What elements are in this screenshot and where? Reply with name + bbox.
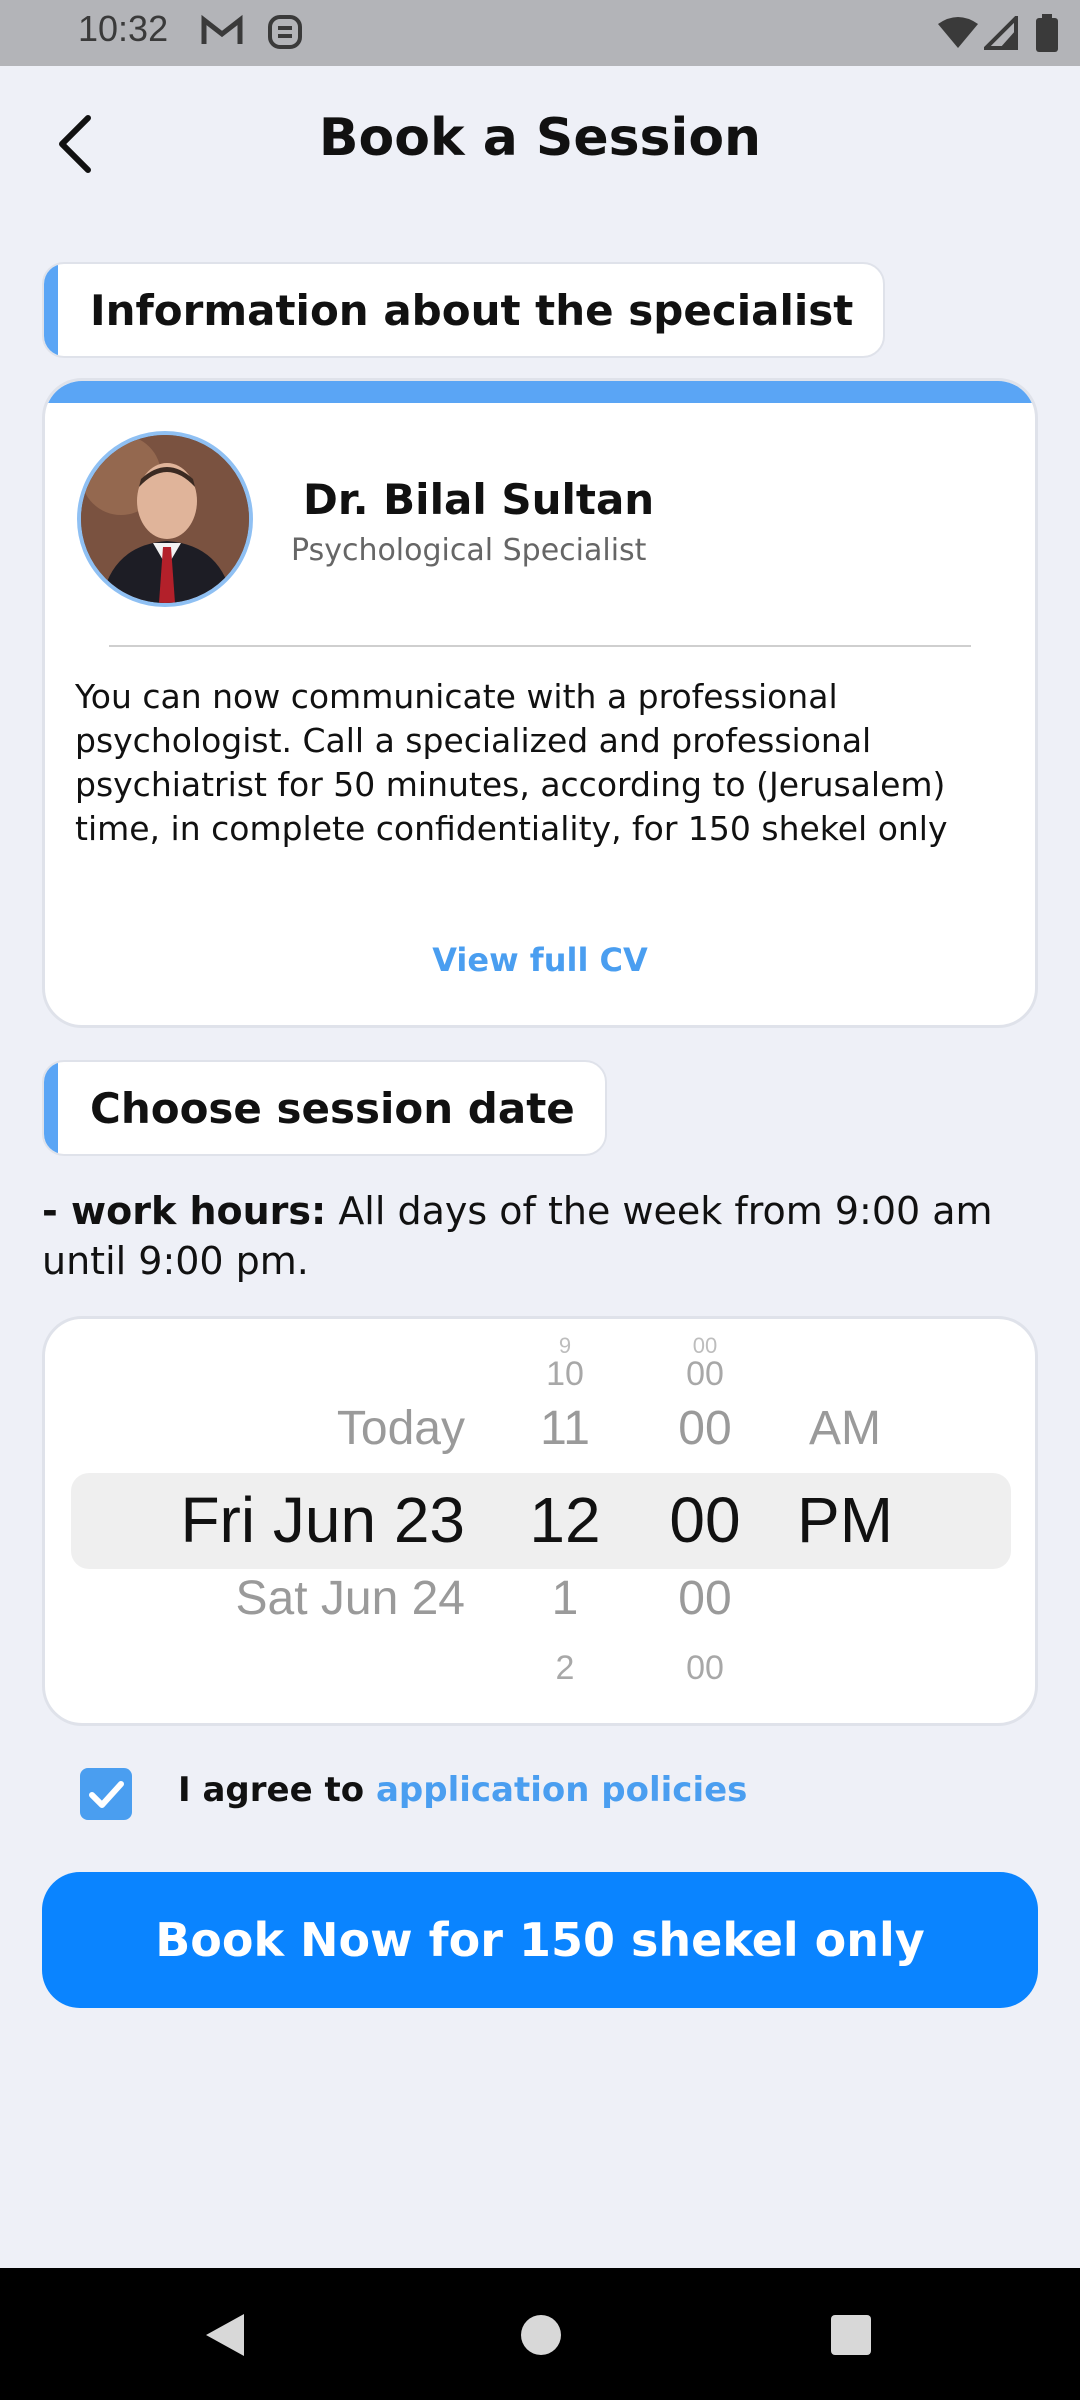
checkmark-icon: [89, 1781, 124, 1808]
battery-icon: [1036, 14, 1058, 52]
agreement-text: I agree to application policies: [178, 1770, 747, 1810]
agree-checkbox[interactable]: [80, 1768, 132, 1820]
picker-ampm-selected[interactable]: PM: [775, 1483, 915, 1557]
agreement-prefix: I agree to: [178, 1770, 365, 1810]
view-cv-link[interactable]: View full CV: [45, 941, 1035, 979]
notification-app-icon: [268, 15, 302, 49]
picker-minute-next2[interactable]: 00: [665, 1649, 745, 1688]
picker-date-next[interactable]: Sat Jun 24: [165, 1571, 466, 1626]
specialist-role: Psychological Specialist: [291, 533, 647, 568]
nav-back-icon[interactable]: [204, 2312, 246, 2358]
book-now-button[interactable]: Book Now for 150 shekel only: [42, 1872, 1038, 2008]
policies-link[interactable]: application policies: [376, 1770, 747, 1810]
page-title: Book a Session: [318, 108, 762, 168]
picker-minute-prev2[interactable]: 00: [665, 1355, 745, 1394]
status-time: 10:32: [78, 8, 169, 49]
specialist-description: You can now communicate with a professio…: [75, 677, 948, 848]
section-accent-stripe: [44, 1062, 58, 1154]
avatar: [77, 431, 253, 607]
specialist-name: Dr. Bilal Sultan: [303, 475, 655, 524]
date-time-picker[interactable]: Today Fri Jun 23 Sat Jun 24 9 10 11 12 1…: [42, 1316, 1038, 1726]
picker-minute-next[interactable]: 00: [655, 1571, 755, 1626]
work-hours-text: - work hours: All days of the week from …: [42, 1186, 1042, 1286]
specialist-section-title: Information about the specialist: [90, 285, 854, 335]
work-hours-label: - work hours:: [42, 1189, 327, 1233]
status-bar: 10:32: [0, 0, 1080, 66]
picker-date-selected[interactable]: Fri Jun 23: [125, 1483, 465, 1557]
picker-minute-prev[interactable]: 00: [655, 1401, 755, 1456]
nav-recents-icon[interactable]: [830, 2314, 872, 2356]
signal-icon: [984, 16, 1018, 50]
date-section-title: Choose session date: [90, 1083, 575, 1133]
doctor-photo: [81, 435, 249, 603]
specialist-card: Dr. Bilal Sultan Psychological Specialis…: [42, 378, 1038, 1028]
picker-hour-prev[interactable]: 11: [525, 1401, 605, 1456]
picker-hour-next2[interactable]: 2: [535, 1649, 595, 1688]
picker-hour-next[interactable]: 1: [525, 1571, 605, 1626]
picker-date-prev[interactable]: Today: [165, 1401, 465, 1456]
card-accent-bar: [45, 381, 1035, 403]
picker-hour-prev2[interactable]: 10: [535, 1355, 595, 1394]
picker-ampm-prev[interactable]: AM: [785, 1401, 905, 1456]
section-accent-stripe: [44, 264, 58, 356]
wifi-icon: [938, 17, 978, 48]
specialist-section-header: Information about the specialist: [42, 262, 886, 358]
divider: [109, 645, 971, 647]
system-nav-bar: [0, 2268, 1080, 2400]
picker-minute-selected[interactable]: 00: [645, 1483, 765, 1557]
nav-home-icon[interactable]: [520, 2314, 562, 2356]
picker-hour-selected[interactable]: 12: [515, 1483, 615, 1557]
gmail-icon: [201, 14, 243, 44]
date-section-header: Choose session date: [42, 1060, 607, 1156]
